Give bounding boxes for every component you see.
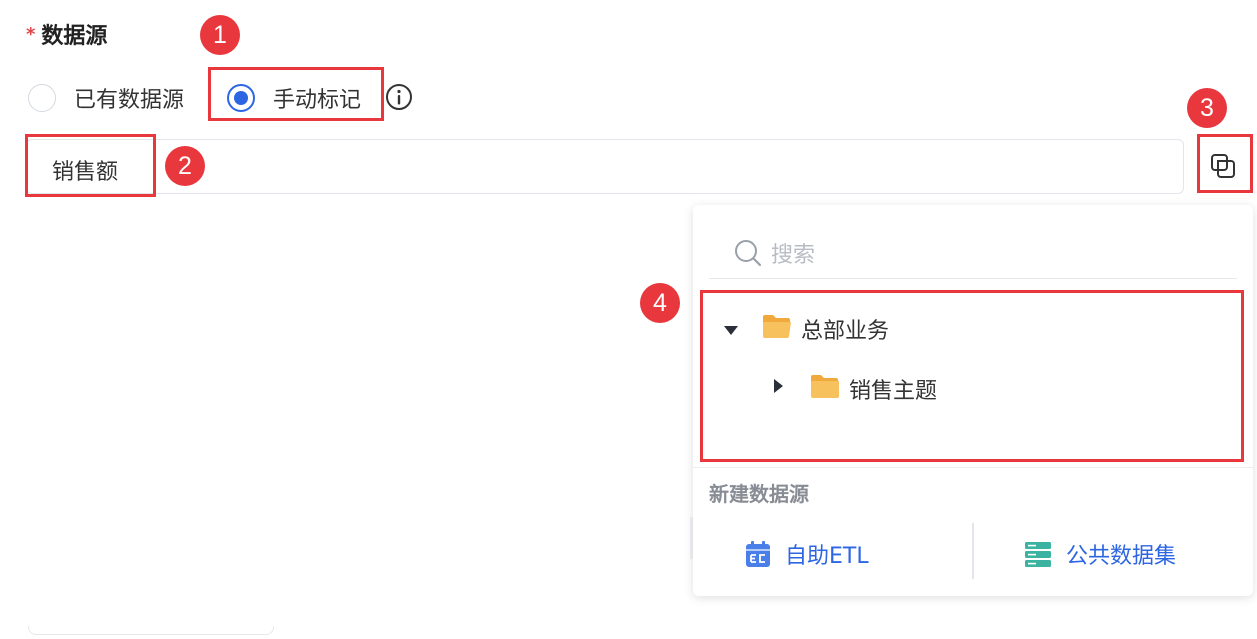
annotation-marker-1: 1 (200, 15, 240, 55)
annotation-marker-4: 4 (640, 283, 680, 323)
annotation-box-radio (208, 67, 384, 121)
annotation-marker-2: 2 (165, 146, 205, 186)
dataset-icon (1024, 540, 1052, 568)
radio-circle[interactable] (28, 84, 56, 112)
annotation-box-input-value (25, 134, 156, 197)
public-dataset-label: 公共数据集 (1066, 544, 1177, 569)
search-input[interactable]: 搜索 (709, 228, 1237, 279)
annotation-box-tree (700, 290, 1244, 462)
new-datasource-title: 新建数据源 (709, 482, 809, 506)
public-dataset-button[interactable]: 公共数据集 (1024, 538, 1176, 570)
search-icon (733, 238, 763, 268)
background-edge (28, 626, 274, 635)
search-placeholder: 搜索 (771, 243, 816, 268)
radio-label: 已有数据源 (74, 88, 185, 113)
self-service-etl-button[interactable]: 自助ETL (745, 538, 869, 570)
etl-label: 自助ETL (785, 544, 869, 569)
panel-divider (693, 467, 1253, 468)
section-title: * 数据源 (26, 18, 107, 50)
required-mark: * (26, 24, 36, 45)
annotation-box-copy-button (1197, 134, 1253, 193)
annotation-marker-3: 3 (1187, 88, 1227, 128)
section-title-text: 数据源 (41, 24, 108, 49)
radio-existing-datasource[interactable]: 已有数据源 (28, 82, 184, 114)
actions-divider (972, 523, 974, 579)
etl-icon (745, 540, 771, 568)
info-icon[interactable] (385, 83, 413, 111)
